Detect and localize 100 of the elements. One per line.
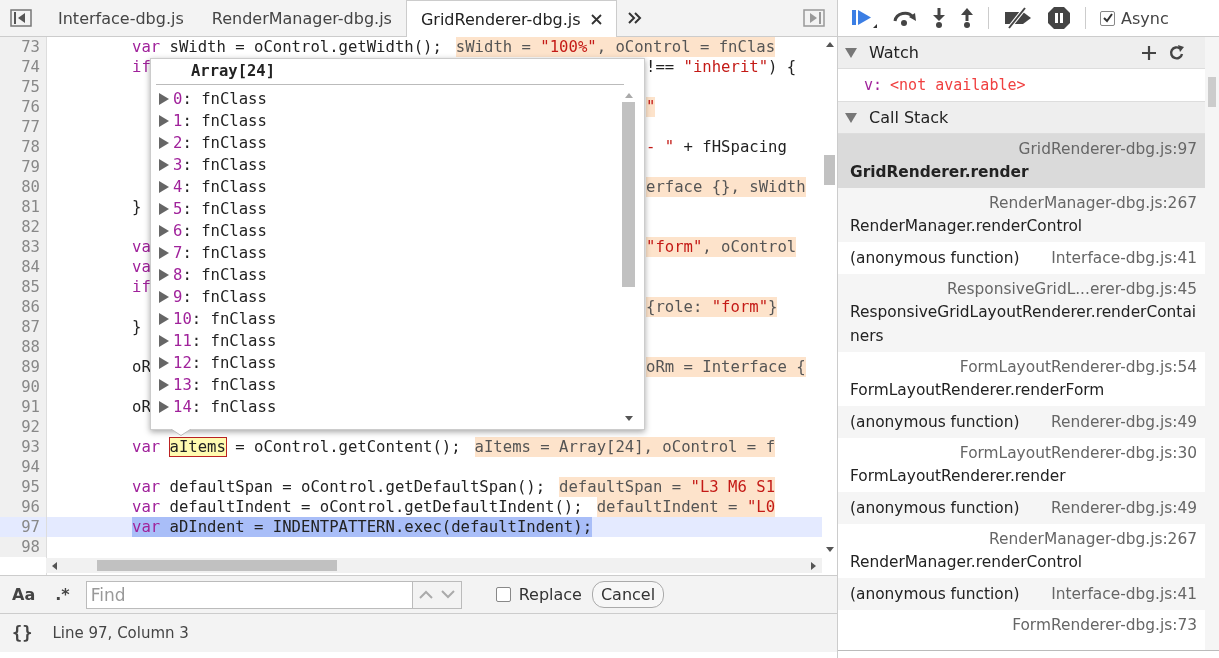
array-entry[interactable]: 12: fnClass <box>159 352 621 374</box>
expand-triangle-icon[interactable] <box>159 335 169 347</box>
horizontal-scrollbar[interactable] <box>46 558 822 573</box>
step-into-icon[interactable] <box>932 7 946 29</box>
more-tabs-icon[interactable] <box>626 11 643 25</box>
line-number: 78 <box>0 137 46 157</box>
scroll-thumb[interactable] <box>97 560 337 571</box>
expand-triangle-icon[interactable] <box>845 47 857 58</box>
line-number: 80 <box>0 177 46 197</box>
expand-triangle-icon[interactable] <box>845 112 857 123</box>
tab-label[interactable]: Interface-dbg.js <box>58 8 184 28</box>
regex-toggle[interactable]: .* <box>55 585 70 604</box>
line-number: 92 <box>0 417 46 437</box>
scroll-left-icon[interactable] <box>51 561 57 570</box>
expand-triangle-icon[interactable] <box>159 379 169 391</box>
array-entry[interactable]: 8: fnClass <box>159 264 621 286</box>
tab-label[interactable]: GridRenderer-dbg.js <box>420 9 581 29</box>
expand-triangle-icon[interactable] <box>159 181 169 193</box>
code-line: var aItems = oControl.getContent(); <box>132 437 461 457</box>
expand-triangle-icon[interactable] <box>159 291 169 303</box>
expand-triangle-icon[interactable] <box>159 203 169 215</box>
expand-triangle-icon[interactable] <box>159 269 169 281</box>
scroll-down-icon[interactable] <box>624 416 633 422</box>
expand-triangle-icon[interactable] <box>159 401 169 413</box>
code-fragment: erface {}, sWidth <box>646 177 807 197</box>
pretty-print-toggle[interactable]: {} <box>12 623 33 643</box>
code-line: if <box>132 57 151 77</box>
scroll-thumb[interactable] <box>622 102 635 287</box>
file-tab[interactable]: GridRenderer-dbg.js <box>405 0 617 37</box>
close-icon[interactable] <box>590 13 602 25</box>
function-name: (anonymous function) <box>850 584 1020 605</box>
entry-index: 0 <box>173 90 183 108</box>
call-frame[interactable]: GridRenderer-dbg.js:97 GridRenderer.render <box>838 134 1205 188</box>
array-entry[interactable]: 0: fnClass <box>159 88 621 110</box>
pause-on-exceptions-icon[interactable] <box>1047 6 1071 30</box>
array-entry[interactable]: 14: fnClass <box>159 396 621 418</box>
entry-value: : fnClass <box>182 156 267 174</box>
toggle-debugger-icon[interactable] <box>803 9 825 27</box>
array-entry[interactable]: 7: fnClass <box>159 242 621 264</box>
expand-triangle-icon[interactable] <box>159 357 169 369</box>
line-number: 74 <box>0 57 46 77</box>
add-icon[interactable] <box>1141 44 1157 61</box>
frame-location: FormLayoutRenderer-dbg.js:30 <box>959 443 1197 464</box>
selected-code: var aDIndent = INDENTPATTERN.exec(defaultIndent); <box>132 517 593 537</box>
scrollbar[interactable] <box>1205 37 1219 650</box>
expand-triangle-icon[interactable] <box>159 159 169 171</box>
expand-triangle-icon[interactable] <box>159 93 169 105</box>
array-entry[interactable]: 1: fnClass <box>159 110 621 132</box>
frame-location: Interface-dbg.js:41 <box>1051 584 1197 605</box>
scroll-up-icon[interactable] <box>825 41 834 47</box>
line-number: 89 <box>0 357 46 377</box>
function-name: FormLayoutRenderer.renderForm <box>850 380 1106 401</box>
code-fragment: oRm = Interface { <box>646 357 807 377</box>
file-tab[interactable]: RenderManager-dbg.js <box>197 0 406 36</box>
call-frame[interactable]: (anonymous function) Renderer-dbg.js:49 <box>838 406 1205 438</box>
expand-triangle-icon[interactable] <box>159 137 169 149</box>
expand-triangle-icon[interactable] <box>159 225 169 237</box>
expand-triangle-icon[interactable] <box>159 115 169 127</box>
array-entry[interactable]: 9: fnClass <box>159 286 621 308</box>
scroll-thumb[interactable] <box>1208 77 1216 107</box>
array-entry[interactable]: 10: fnClass <box>159 308 621 330</box>
array-entry[interactable]: 11: fnClass <box>159 330 621 352</box>
array-entry[interactable]: 2: fnClass <box>159 132 621 154</box>
line-number: 87 <box>0 317 46 337</box>
line-number: 98 <box>0 537 46 557</box>
line-number: 96 <box>0 497 46 517</box>
code-line: oR <box>132 397 151 417</box>
find-field[interactable]: Find <box>85 580 413 609</box>
section-header[interactable]: Watch <box>838 37 1205 69</box>
tab-label[interactable]: RenderManager-dbg.js <box>211 8 392 28</box>
section-title: Watch <box>869 43 919 62</box>
cancel-button[interactable]: Cancel <box>591 581 665 608</box>
entry-index: 14 <box>173 398 192 416</box>
call-frame[interactable]: ResponsiveGridL...erer-dbg.js:45 ResponsiveGridLayoutRenderer.renderContainers <box>838 274 1205 352</box>
array-entry[interactable]: 6: fnClass <box>159 220 621 242</box>
array-entry[interactable]: 5: fnClass <box>159 198 621 220</box>
toggle-navigator-icon[interactable] <box>10 9 32 27</box>
step-out-icon[interactable] <box>960 7 974 29</box>
entry-value: : fnClass <box>182 266 267 284</box>
scroll-down-icon[interactable] <box>825 547 834 553</box>
scroll-thumb[interactable] <box>824 155 835 185</box>
section-header[interactable]: Call Stack <box>838 102 1205 134</box>
async-checkbox[interactable] <box>1100 10 1115 26</box>
line-number: 73 <box>0 37 46 57</box>
call-frame[interactable]: (anonymous function) Interface-dbg.js:41 <box>838 578 1205 610</box>
replace-checkbox[interactable] <box>495 587 511 602</box>
expand-triangle-icon[interactable] <box>159 247 169 259</box>
scroll-right-icon[interactable] <box>811 561 817 570</box>
deactivate-breakpoints-icon[interactable] <box>1003 7 1033 29</box>
array-entry[interactable]: 3: fnClass <box>159 154 621 176</box>
array-entry[interactable]: 4: fnClass <box>159 176 621 198</box>
call-frame[interactable]: (anonymous function) Renderer-dbg.js:49 <box>838 492 1205 524</box>
array-entry[interactable]: 13: fnClass <box>159 374 621 396</box>
frame-location: Renderer-dbg.js:49 <box>1050 412 1197 433</box>
expand-triangle-icon[interactable] <box>159 313 169 325</box>
popover-title: Array[24] <box>156 59 624 85</box>
call-frame[interactable]: RenderManager-dbg.js:267 RenderManager.renderControl <box>838 188 1205 242</box>
file-tab[interactable]: Interface-dbg.js <box>44 0 198 36</box>
refresh-icon[interactable] <box>1169 44 1185 61</box>
match-case-toggle[interactable]: Aa <box>12 585 36 604</box>
